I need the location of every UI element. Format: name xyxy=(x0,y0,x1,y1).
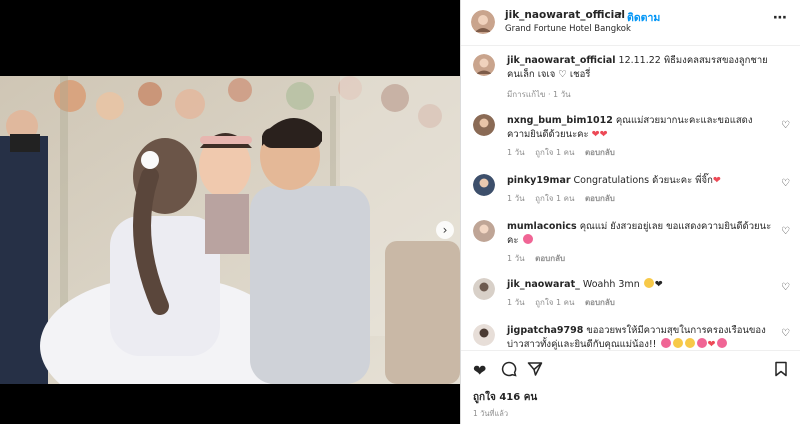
post-actions-bar: ❤ ถูกใจ 416 คน 1 วันที่แล้ว xyxy=(461,350,800,424)
comment-time: 1 วัน xyxy=(507,194,525,203)
comment-time: 1 วัน xyxy=(507,148,525,157)
red-heart-emoji: ❤ xyxy=(712,175,721,186)
caption: jik_naowarat_official 12.11.22 พิธีมงคลสม… xyxy=(461,50,800,99)
post-photo[interactable] xyxy=(0,76,460,384)
comment-username[interactable]: jigpatcha9798 xyxy=(507,325,583,336)
likes-count[interactable]: ถูกใจ 416 คน xyxy=(473,390,537,405)
comment-username[interactable]: jik_naowarat_ xyxy=(507,279,580,290)
comment-username[interactable]: nxng_bum_bim1012 xyxy=(507,115,613,126)
post-media-pane: › xyxy=(0,0,460,424)
share-send-icon[interactable] xyxy=(527,361,543,381)
separator-dot: • xyxy=(617,9,623,20)
comment-item: nxng_bum_bim1012 คุณแม่สวยมากนะคะและขอแสด… xyxy=(461,110,800,158)
comment-text: Congratulations ด้วยนะคะ พี่จิ๊ก xyxy=(573,175,713,186)
comment-text-block: pinky19mar Congratulations ด้วยนะคะ พี่จิ… xyxy=(507,174,775,188)
black-heart-emoji: ❤ xyxy=(654,279,663,290)
sofa xyxy=(385,241,460,384)
caption-text-block: jik_naowarat_official 12.11.22 พิธีมงคลสม… xyxy=(507,54,775,82)
post-header: jik_naowarat_official • ติดตาม Grand For… xyxy=(461,0,800,46)
more-options-icon[interactable]: ⋯ xyxy=(773,10,788,26)
reply-button[interactable]: ตอบกลับ xyxy=(585,148,615,157)
like-comment-heart-icon[interactable]: ♡ xyxy=(781,328,790,339)
next-slide-button[interactable]: › xyxy=(436,221,454,239)
comments-list: jik_naowarat_official 12.11.22 พิธีมงคลสม… xyxy=(461,46,800,350)
red-heart-emoji: ❤ xyxy=(707,339,716,350)
heart-eyes-emoji xyxy=(660,338,671,348)
like-heart-icon[interactable]: ❤ xyxy=(473,361,486,380)
caption-username[interactable]: jik_naowarat_official xyxy=(507,55,616,66)
comment-likes[interactable]: ถูกใจ 1 คน xyxy=(535,298,574,307)
comment-text: Woahh 3mn xyxy=(582,279,640,290)
red-heart-emoji: ❤ xyxy=(591,129,600,140)
reply-button[interactable]: ตอบกลับ xyxy=(535,254,565,263)
author-username[interactable]: jik_naowarat_official xyxy=(505,9,625,21)
reply-button[interactable]: ตอบกลับ xyxy=(585,298,615,307)
comment-item: jik_naowarat_ Woahh 3mn ❤ 1 วัน ถูกใจ 1 ค… xyxy=(461,274,800,310)
comment-likes[interactable]: ถูกใจ 1 คน xyxy=(535,194,574,203)
like-comment-heart-icon[interactable]: ♡ xyxy=(781,226,790,237)
comment-item: pinky19mar Congratulations ด้วยนะคะ พี่จิ… xyxy=(461,170,800,206)
author-avatar[interactable] xyxy=(471,10,495,34)
bookmark-icon[interactable] xyxy=(774,361,788,381)
comment-text-block: nxng_bum_bim1012 คุณแม่สวยมากนะคะและขอแสด… xyxy=(507,114,775,142)
raised-hands-emoji xyxy=(684,338,695,348)
raised-hands-emoji xyxy=(672,338,683,348)
chevron-right-icon: › xyxy=(442,223,448,237)
comment-item: jigpatcha9798 ขออวยพรให้มีความสุขในการครอ… xyxy=(461,320,800,350)
post-sidebar: jik_naowarat_official • ติดตาม Grand For… xyxy=(460,0,800,424)
comment-likes[interactable]: ถูกใจ 1 คน xyxy=(535,148,574,157)
caption-avatar[interactable] xyxy=(473,54,495,76)
post-location[interactable]: Grand Fortune Hotel Bangkok xyxy=(505,24,631,34)
like-comment-heart-icon[interactable]: ♡ xyxy=(781,178,790,189)
comment-text-block: jik_naowarat_ Woahh 3mn ❤ xyxy=(507,278,775,292)
comment-avatar[interactable] xyxy=(473,278,495,300)
heart-eyes-emoji xyxy=(522,234,533,244)
comment-item: mumlaconics คุณแม่ ยังสวยอยู่เลย ขอแสดงคว… xyxy=(461,216,800,264)
comment-avatar[interactable] xyxy=(473,114,495,136)
heart-eyes-emoji xyxy=(716,338,727,348)
comment-meta: 1 วัน ถูกใจ 1 คน ตอบกลับ xyxy=(507,296,623,309)
comment-text-block: jigpatcha9798 ขออวยพรให้มีความสุขในการครอ… xyxy=(507,324,775,350)
wedding-photo xyxy=(0,76,460,384)
comment-time: 1 วัน xyxy=(507,254,525,263)
reply-button[interactable]: ตอบกลับ xyxy=(585,194,615,203)
comment-bubble-icon[interactable] xyxy=(501,361,517,381)
comment-username[interactable]: pinky19mar xyxy=(507,175,571,186)
comment-avatar[interactable] xyxy=(473,174,495,196)
comment-time: 1 วัน xyxy=(507,298,525,307)
smiling-emoji xyxy=(643,278,654,288)
like-comment-heart-icon[interactable]: ♡ xyxy=(781,120,790,131)
comment-meta: 1 วัน ถูกใจ 1 คน ตอบกลับ xyxy=(507,192,623,205)
posted-time: 1 วันที่แล้ว xyxy=(473,409,509,418)
comment-meta: 1 วัน ตอบกลับ xyxy=(507,252,573,265)
comment-username[interactable]: mumlaconics xyxy=(507,221,577,232)
red-heart-emoji: ❤ xyxy=(599,129,608,140)
heart-eyes-emoji xyxy=(696,338,707,348)
comment-avatar[interactable] xyxy=(473,324,495,346)
follow-button[interactable]: ติดตาม xyxy=(627,9,660,26)
comment-avatar[interactable] xyxy=(473,220,495,242)
caption-meta: มีการแก้ไข · 1 วัน xyxy=(507,90,571,99)
comment-meta: 1 วัน ถูกใจ 1 คน ตอบกลับ xyxy=(507,146,623,159)
like-comment-heart-icon[interactable]: ♡ xyxy=(781,282,790,293)
comment-text-block: mumlaconics คุณแม่ ยังสวยอยู่เลย ขอแสดงคว… xyxy=(507,220,775,248)
